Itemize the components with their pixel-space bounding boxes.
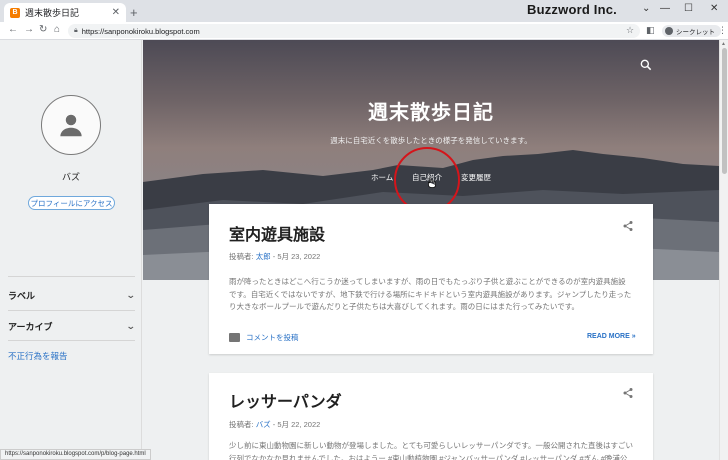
report-abuse-link[interactable]: 不正行為を報告: [8, 350, 68, 362]
author-name: バズ: [61, 172, 80, 182]
divider: [8, 276, 135, 277]
lock-icon: 🔒︎: [74, 27, 78, 34]
blog-title[interactable]: 週末散歩日記: [143, 96, 719, 125]
chevron-down-icon: ⌄: [126, 320, 137, 331]
comment-icon: [229, 333, 240, 342]
post-byline: 投稿者: 太郎 - 5月 23, 2022: [229, 251, 320, 262]
post-card: 室内遊具施設 投稿者: 太郎 - 5月 23, 2022 雨が降ったときはどこへ…: [209, 204, 653, 354]
post-snippet: 少し前に東山動物園に新しい動物が登場しました。とても可愛らしいレッサーパンダです…: [229, 441, 633, 460]
browser-tab[interactable]: B 週末散歩日記 ✕: [4, 3, 126, 22]
share-icon[interactable]: [622, 220, 634, 232]
search-icon[interactable]: [639, 58, 653, 72]
profile-avatar[interactable]: [41, 95, 101, 155]
status-url-bar: https://sanponokiroku.blogspot.com/p/blo…: [0, 449, 151, 460]
visit-profile-button[interactable]: プロフィールにアクセス: [28, 196, 115, 210]
archive-section-toggle[interactable]: アーカイブ ⌄: [8, 319, 137, 333]
bookmark-star-icon[interactable]: ☆: [626, 25, 634, 36]
reload-icon[interactable]: ↻: [39, 24, 47, 35]
side-panel-icon[interactable]: ◧: [646, 25, 655, 36]
nav-home-link[interactable]: ホーム: [371, 172, 393, 183]
post-author-link[interactable]: 太郎: [256, 252, 271, 261]
post-date[interactable]: - 5月 22, 2022: [273, 420, 321, 429]
forward-arrow-icon[interactable]: →: [24, 24, 34, 35]
chevron-down-icon: ⌄: [126, 289, 137, 300]
nav-changelog-link[interactable]: 変更履歴: [461, 172, 491, 183]
tab-title: 週末散歩日記: [25, 8, 80, 18]
post-comment-link[interactable]: コメントを投稿: [229, 332, 299, 343]
post-title[interactable]: レッサーパンダ: [229, 388, 342, 412]
post-card: レッサーパンダ 投稿者: バズ - 5月 22, 2022 少し前に東山動物園に…: [209, 373, 653, 460]
share-icon[interactable]: [622, 387, 634, 399]
brand-overlay: Buzzword Inc.: [527, 2, 617, 17]
divider: [8, 310, 135, 311]
person-icon: [60, 114, 82, 137]
read-more-link[interactable]: READ MORE »: [587, 333, 636, 340]
menu-kebab-icon[interactable]: ⋮: [718, 25, 727, 36]
browser-toolbar: ← → ↻ ⌂ 🔒︎ https://sanponokiroku.blogspo…: [0, 22, 728, 40]
address-url: https://sanponokiroku.blogspot.com: [81, 26, 200, 36]
labels-section-title: ラベル: [8, 290, 36, 301]
maximize-button[interactable]: ☐: [684, 3, 693, 14]
post-byline: 投稿者: バズ - 5月 22, 2022: [229, 419, 320, 430]
browser-tabbar: B 週末散歩日記 ✕ + Buzzword Inc. ⌄ — ☐ ✕: [0, 0, 728, 22]
blog-sidebar: バズ プロフィールにアクセス ラベル ⌄ アーカイブ ⌄ 不正行為を報告: [0, 40, 142, 460]
post-title[interactable]: 室内遊具施設: [229, 221, 325, 245]
byline-prefix: 投稿者:: [229, 252, 254, 261]
hand-cursor-icon: [428, 177, 436, 188]
tab-close-icon[interactable]: ✕: [112, 7, 120, 18]
post-snippet: 雨が降ったときはどこへ行こうか迷ってしまいますが、雨の日でもたっぷり子供と遊ぶこ…: [229, 277, 632, 311]
minimize-button[interactable]: —: [660, 3, 670, 14]
profile-label: シークレット: [676, 29, 715, 36]
blogger-favicon-icon: B: [10, 7, 20, 18]
post-date[interactable]: - 5月 23, 2022: [273, 252, 321, 261]
home-icon[interactable]: ⌂: [54, 24, 60, 35]
new-tab-button[interactable]: +: [130, 5, 138, 20]
scroll-up-icon[interactable]: ▲: [721, 41, 726, 47]
archive-section-title: アーカイブ: [8, 321, 53, 332]
byline-prefix: 投稿者:: [229, 420, 254, 429]
comment-label: コメントを投稿: [246, 333, 299, 342]
vertical-scrollbar[interactable]: ▲: [719, 40, 728, 460]
address-bar[interactable]: 🔒︎ https://sanponokiroku.blogspot.com: [68, 24, 640, 38]
scrollbar-thumb[interactable]: [722, 48, 727, 174]
divider: [8, 340, 135, 341]
post-author-link[interactable]: バズ: [256, 420, 271, 429]
blog-description: 週末に自宅近くを散歩したときの様子を発信していきます。: [330, 136, 532, 145]
labels-section-toggle[interactable]: ラベル ⌄: [8, 288, 137, 302]
close-window-button[interactable]: ✕: [710, 3, 718, 14]
blog-main: 週末散歩日記 週末に自宅近くを散歩したときの様子を発信していきます。 ホーム 自…: [143, 40, 719, 460]
incognito-profile-chip[interactable]: シークレット: [662, 25, 721, 37]
tab-search-icon[interactable]: ⌄: [642, 3, 650, 14]
back-arrow-icon[interactable]: ←: [8, 24, 18, 35]
